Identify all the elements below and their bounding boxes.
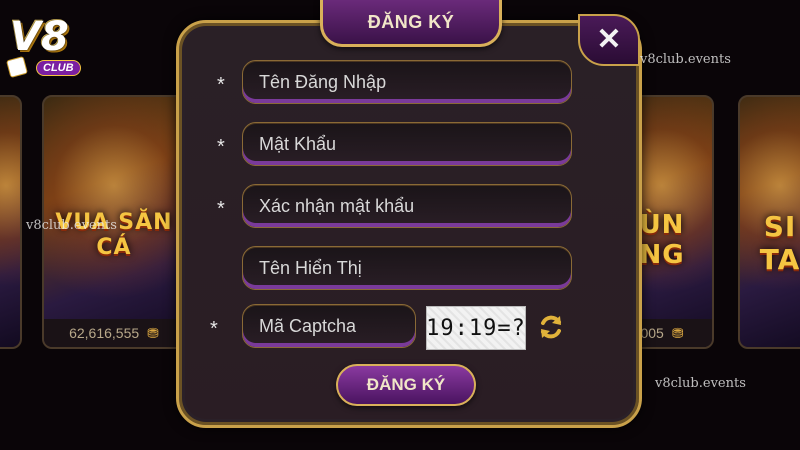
password-input[interactable]	[242, 122, 572, 166]
dialog-title: ĐĂNG KÝ	[320, 0, 502, 47]
confirm-password-input[interactable]	[242, 184, 572, 228]
display-name-input[interactable]	[242, 246, 572, 290]
close-button[interactable]: ✕	[578, 14, 640, 66]
required-mark: *	[210, 318, 218, 340]
logo-text: V8	[10, 14, 69, 60]
username-input[interactable]	[242, 60, 572, 104]
watermark: v8club.events	[655, 376, 746, 391]
close-icon: ✕	[596, 23, 622, 56]
confirm-password-row: *	[0, 184, 800, 230]
captcha-input[interactable]	[242, 304, 416, 348]
captcha-image: 19:19=?	[426, 306, 526, 350]
password-row: *	[0, 122, 800, 168]
register-submit-button[interactable]: ĐĂNG KÝ	[336, 364, 476, 406]
refresh-captcha-button[interactable]	[536, 312, 566, 342]
required-mark: *	[217, 74, 225, 96]
refresh-icon	[541, 315, 561, 339]
required-mark: *	[217, 136, 225, 158]
watermark: v8club.events	[640, 52, 731, 67]
required-mark: *	[217, 198, 225, 220]
captcha-row: *	[0, 304, 800, 350]
display-name-row	[0, 246, 800, 292]
watermark: v8club.events	[26, 218, 117, 233]
